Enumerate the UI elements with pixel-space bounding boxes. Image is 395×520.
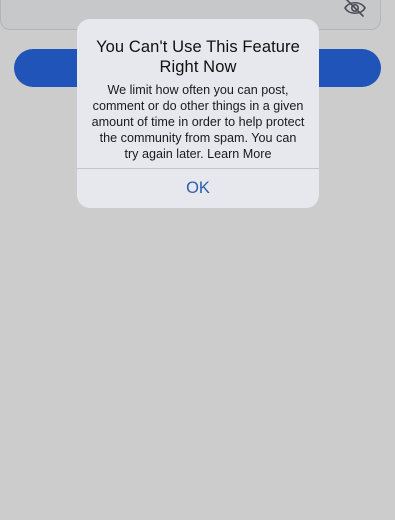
ok-button[interactable]: OK bbox=[77, 169, 319, 208]
alert-message: We limit how often you can post, comment… bbox=[91, 83, 305, 161]
eye-slash-icon[interactable] bbox=[342, 0, 368, 18]
rate-limit-alert-dialog: You Can't Use This Feature Right Now We … bbox=[77, 19, 319, 208]
alert-content: You Can't Use This Feature Right Now We … bbox=[77, 19, 319, 162]
alert-title: You Can't Use This Feature Right Now bbox=[96, 38, 300, 76]
